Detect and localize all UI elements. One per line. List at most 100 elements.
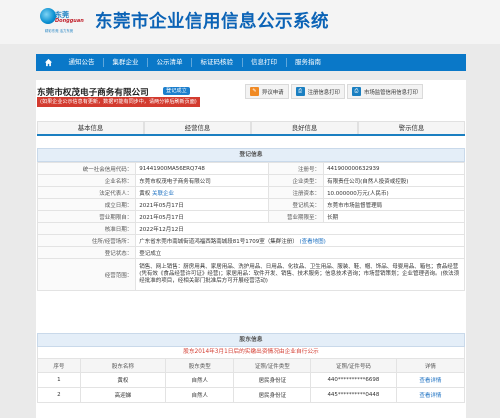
- tab-good-info[interactable]: 良好信息: [251, 121, 358, 134]
- related-companies-link[interactable]: 关联企业: [152, 191, 174, 197]
- address-label: 住所/经营场所：: [36, 234, 137, 247]
- authority-value: 东莞市市场监督管理局: [323, 198, 465, 211]
- address-value: 广东省东莞市南城街道鸿福西路南城段81号1709室（集群注册） (查看地图): [135, 234, 465, 247]
- op-to-label: 营业期限至：: [267, 210, 325, 223]
- approve-date-value: 2022年12月12日: [135, 222, 465, 235]
- nav-item-print[interactable]: 信息打印: [243, 58, 287, 67]
- capital-value: 10.000000万元(人民币): [323, 186, 465, 199]
- credit-code-value: 91441900MA56ERQ748: [135, 162, 269, 175]
- shareholders-section: 股东信息 股东2014年3月1日后的实缴出资情况由企业自行公示 序号 股东名称 …: [37, 333, 466, 403]
- print-credit-label: 市场监管信用信息打印: [363, 89, 418, 96]
- col-type: 股东类型: [165, 358, 235, 373]
- col-no: 序号: [37, 358, 81, 373]
- table-row: 经营范围： 销售、网上销售：厨房用具、家居用品、洗护用品、日用品、化妆品、卫生用…: [36, 258, 465, 291]
- action-bar: ✎ 异议申请 ⎙ 注册信息打印 ⎙ 市场监管信用信息打印: [245, 84, 423, 99]
- print-registration-button[interactable]: ⎙ 注册信息打印: [290, 84, 345, 99]
- table-row: 营业期限自： 2021年05月17日 营业期限至： 长期: [36, 210, 465, 223]
- tab-basic-info[interactable]: 基本信息: [37, 121, 144, 134]
- reg-no-label: 注册号：: [267, 162, 325, 175]
- address-text: 广东省东莞市南城街道鸿福西路南城段81号1709室（集群注册）: [139, 238, 298, 245]
- legal-rep-label: 法定代表人：: [36, 186, 137, 199]
- row-no: 1: [37, 372, 81, 388]
- objection-button[interactable]: ✎ 异议申请: [245, 84, 289, 99]
- view-map-link[interactable]: (查看地图): [299, 239, 325, 245]
- main-nav: 通知公告 集群企业 公示清单 标证码核验 信息打印 服务指南: [36, 54, 466, 71]
- logo-emblem-icon: [40, 8, 56, 24]
- legal-rep-name: 黄权: [139, 190, 151, 197]
- reg-status-label: 登记状态：: [36, 246, 137, 259]
- table-row: 住所/经营场所： 广东省东莞市南城街道鸿福西路南城段81号1709室（集群注册）…: [36, 234, 465, 247]
- table-row: 核准日期： 2022年12月12日: [36, 222, 465, 235]
- info-tabs: 基本信息 经营信息 良好信息 警示信息: [37, 121, 465, 136]
- company-type-label: 企业类型：: [267, 174, 325, 187]
- table-row: 成立日期： 2021年05月17日 登记机关： 东莞市市场监督管理局: [36, 198, 465, 211]
- shareholder-name: 黄权: [79, 372, 167, 388]
- col-detail: 详情: [395, 358, 466, 373]
- table-header-row: 序号 股东名称 股东类型 证照/证件类型 证照/证件号码 详情: [37, 358, 466, 373]
- print-credit-button[interactable]: ⎙ 市场监管信用信息打印: [346, 84, 423, 99]
- nav-item-guide[interactable]: 服务指南: [287, 58, 330, 67]
- approve-date-label: 核准日期：: [36, 222, 137, 235]
- credit-code-label: 统一社会信用代码：: [36, 162, 137, 175]
- nav-item-cluster[interactable]: 集群企业: [104, 58, 148, 67]
- col-name: 股东名称: [79, 358, 167, 373]
- shareholder-id-type: 居民身份证: [233, 372, 312, 388]
- shareholder-id-no: 445**********0448: [310, 387, 397, 403]
- row-no: 2: [37, 387, 81, 403]
- table-row: 法定代表人： 黄权 关联企业 注册资本： 10.000000万元(人民币): [36, 186, 465, 199]
- logo-slogan: 精彩东莞 活力东莞: [45, 29, 74, 33]
- company-type-value: 有限责任公司(自然人投资或控股): [323, 174, 465, 187]
- nav-item-notices[interactable]: 通知公告: [60, 58, 104, 67]
- col-id-no: 证照/证件号码: [310, 358, 397, 373]
- shareholder-type: 自然人: [165, 372, 235, 388]
- scope-value: 销售、网上销售：厨房用具、家居用品、洗护用品、日用品、化妆品、卫生用品、服装、鞋…: [135, 258, 465, 291]
- table-row: 1 黄权 自然人 居民身份证 440**********6698 查看详情: [37, 372, 466, 388]
- est-date-value: 2021年05月17日: [135, 198, 269, 211]
- op-from-value: 2021年05月17日: [135, 210, 269, 223]
- scope-label: 经营范围：: [36, 258, 137, 291]
- est-date-label: 成立日期：: [36, 198, 137, 211]
- nav-item-code-verify[interactable]: 标证码核验: [192, 58, 243, 67]
- company-name-label: 企业名称：: [36, 174, 137, 187]
- objection-label: 异议申请: [262, 89, 284, 96]
- print-icon: ⎙: [351, 87, 361, 96]
- site-logo[interactable]: 东莞 Dongguan 精彩东莞 活力东莞: [37, 7, 91, 37]
- company-detail-panel: 东莞市权茂电子商务有限公司 登记成立 ✎ 异议申请 ⎙ 注册信息打印 ⎙ 市场监…: [36, 80, 466, 418]
- tab-business-info[interactable]: 经营信息: [144, 121, 251, 134]
- view-detail-link[interactable]: 查看详情: [395, 387, 466, 403]
- registration-section: 登记信息 统一社会信用代码： 91441900MA56ERQ748 注册号： 4…: [36, 148, 465, 291]
- registration-table: 统一社会信用代码： 91441900MA56ERQ748 注册号： 441900…: [36, 162, 465, 291]
- table-row: 统一社会信用代码： 91441900MA56ERQ748 注册号： 441900…: [36, 162, 465, 175]
- shareholder-id-no: 440**********6698: [310, 372, 397, 388]
- home-icon[interactable]: [36, 54, 60, 71]
- print-icon: ⎙: [295, 87, 305, 96]
- nav-item-public-list[interactable]: 公示清单: [148, 58, 192, 67]
- op-from-label: 营业期限自：: [36, 210, 137, 223]
- print-registration-label: 注册信息打印: [307, 89, 340, 96]
- shareholders-notice: 股东2014年3月1日后的实缴出资情况由企业自行公示: [37, 347, 465, 358]
- shareholder-type: 自然人: [165, 387, 235, 403]
- status-badge: 登记成立: [163, 87, 190, 95]
- shareholder-id-type: 居民身份证: [233, 387, 312, 403]
- col-id-type: 证照/证件类型: [233, 358, 312, 373]
- sync-hint: (如果企业公示信息有更新，数据可能有同步中，请两分钟后刷新页面): [37, 97, 200, 107]
- tab-warning-info[interactable]: 警示信息: [358, 121, 465, 134]
- op-to-value: 长期: [323, 210, 465, 223]
- edit-icon: ✎: [250, 87, 259, 96]
- view-detail-link[interactable]: 查看详情: [395, 372, 466, 388]
- authority-label: 登记机关：: [267, 198, 325, 211]
- table-row: 企业名称： 东莞市权茂电子商务有限公司 企业类型： 有限责任公司(自然人投资或控…: [36, 174, 465, 187]
- registration-header: 登记信息: [37, 148, 465, 162]
- site-title: 东莞市企业信用信息公示系统: [95, 12, 329, 32]
- site-header: 东莞 Dongguan 精彩东莞 活力东莞 东莞市企业信用信息公示系统: [0, 0, 500, 44]
- capital-label: 注册资本：: [267, 186, 325, 199]
- table-row: 2 高迎娣 自然人 居民身份证 445**********0448 查看详情: [37, 387, 466, 403]
- reg-no-value: 441900000632939: [323, 162, 465, 175]
- shareholder-name: 高迎娣: [79, 387, 167, 403]
- table-row: 登记状态： 登记成立: [36, 246, 465, 259]
- legal-rep-value: 黄权 关联企业: [135, 186, 269, 199]
- reg-status-value: 登记成立: [135, 246, 465, 259]
- shareholders-table: 序号 股东名称 股东类型 证照/证件类型 证照/证件号码 详情 1 黄权 自然人…: [37, 358, 466, 403]
- shareholders-header: 股东信息: [37, 333, 465, 347]
- logo-name-en: Dongguan: [55, 18, 84, 24]
